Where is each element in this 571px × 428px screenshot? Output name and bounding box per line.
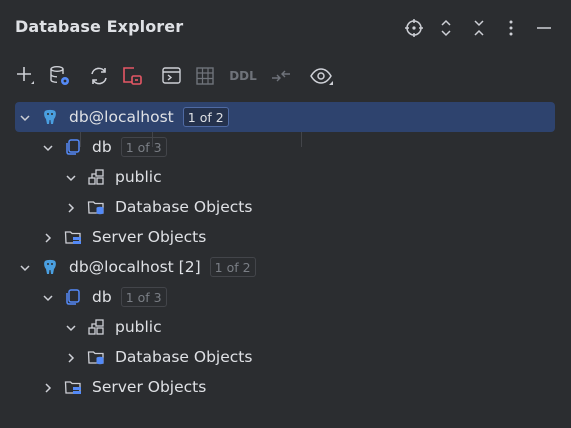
tree-node-label: db — [92, 288, 112, 306]
collapse-all-icon[interactable] — [468, 17, 490, 39]
panel-title: Database Explorer — [15, 17, 184, 36]
chevron-right-icon[interactable] — [64, 350, 78, 364]
tree-node-label: Database Objects — [115, 198, 253, 216]
table-editor-icon — [193, 64, 217, 88]
view-options-icon[interactable] — [309, 64, 335, 88]
tree-node[interactable]: Database Objects — [15, 342, 555, 372]
disconnect-icon[interactable] — [120, 64, 144, 88]
chevron-right-icon[interactable] — [41, 230, 55, 244]
ddl-button: DDL — [229, 69, 257, 83]
node-count-badge: 1 of 3 — [120, 287, 167, 307]
folder-db-icon — [87, 348, 105, 366]
tree-node-label: Database Objects — [115, 348, 253, 366]
postgres-icon — [41, 108, 59, 126]
tree-node[interactable]: public — [15, 312, 555, 342]
chevron-right-icon[interactable] — [41, 380, 55, 394]
tree-node-label: public — [115, 318, 162, 336]
target-icon[interactable] — [403, 17, 425, 39]
tree-node[interactable]: db@localhost 1 of 2 — [15, 102, 555, 132]
tree-node-label: db@localhost [2] — [69, 258, 201, 276]
chevron-down-icon[interactable] — [41, 140, 55, 154]
tree-node-label: db@localhost — [69, 108, 174, 126]
data-source-properties-icon[interactable] — [48, 64, 72, 88]
refresh-icon[interactable] — [87, 64, 111, 88]
tree-node[interactable]: Database Objects — [15, 192, 555, 222]
chevron-down-icon[interactable] — [64, 170, 78, 184]
chevron-down-icon[interactable] — [64, 320, 78, 334]
node-count-badge: 1 of 3 — [120, 137, 167, 157]
tree-node[interactable]: db 1 of 3 — [15, 132, 555, 162]
toolbar: DDL — [0, 60, 571, 147]
tree-node-label: public — [115, 168, 162, 186]
tree-node[interactable]: Server Objects — [15, 222, 555, 252]
database-icon — [64, 288, 82, 306]
folder-server-icon — [64, 228, 82, 246]
chevron-down-icon[interactable] — [18, 110, 32, 124]
chevron-right-icon[interactable] — [64, 200, 78, 214]
chevron-down-icon[interactable] — [41, 290, 55, 304]
folder-server-icon — [64, 378, 82, 396]
tree-node[interactable]: db@localhost [2] 1 of 2 — [15, 252, 555, 282]
tree-node[interactable]: db 1 of 3 — [15, 282, 555, 312]
more-options-icon[interactable] — [500, 17, 522, 39]
tree-node[interactable]: public — [15, 162, 555, 192]
folder-db-icon — [87, 198, 105, 216]
chevron-down-icon[interactable] — [18, 260, 32, 274]
expand-all-icon[interactable] — [435, 17, 457, 39]
tree-node[interactable]: Server Objects — [15, 372, 555, 402]
tree-node-label: db — [92, 138, 112, 156]
node-count-badge: 1 of 2 — [182, 107, 229, 127]
jump-to-source-icon — [269, 64, 293, 88]
database-icon — [64, 138, 82, 156]
node-count-badge: 1 of 2 — [209, 257, 256, 277]
minimize-icon[interactable] — [533, 17, 555, 39]
postgres-icon — [41, 258, 59, 276]
panel-header: Database Explorer — [0, 0, 571, 56]
tree-node-label: Server Objects — [92, 378, 207, 396]
schema-icon — [87, 318, 105, 336]
schema-icon — [87, 168, 105, 186]
add-icon[interactable] — [14, 64, 38, 88]
tree-node-label: Server Objects — [92, 228, 207, 246]
query-console-icon[interactable] — [160, 64, 184, 88]
